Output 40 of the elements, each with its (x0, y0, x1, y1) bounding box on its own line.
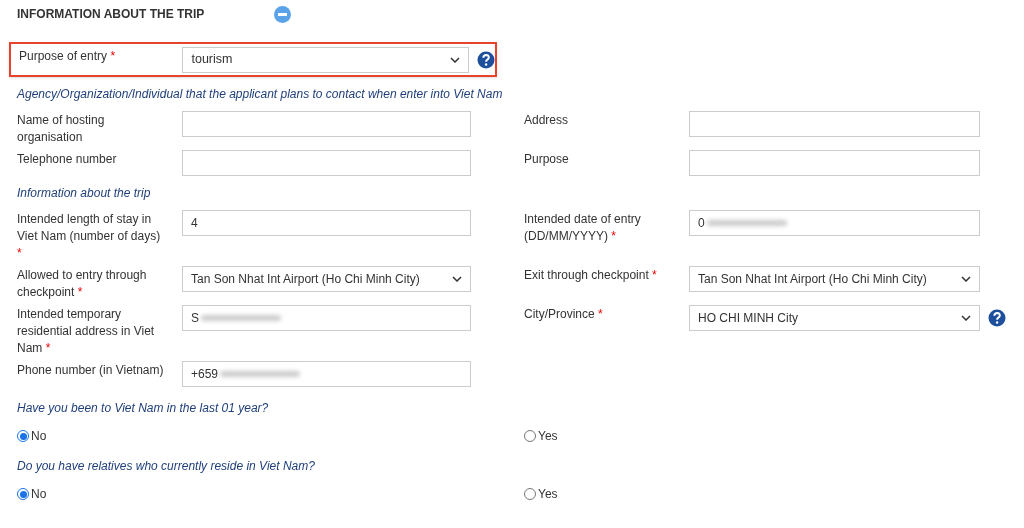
input-field[interactable] (689, 111, 980, 137)
input-field[interactable] (689, 150, 980, 176)
select-field[interactable]: Tan Son Nhat Int Airport (Ho Chi Minh City) (182, 266, 471, 292)
input-field[interactable]: 4 (182, 210, 471, 236)
subsection-title: Information about the trip (16, 185, 152, 202)
subsection-title: Agency/Organization/Individual that the applicant plans to contact when enter into Viet Nam (15, 86, 504, 103)
field-label: City/Province * (524, 306, 604, 323)
field-label: Intended temporary residential address in Viet Nam * (17, 306, 156, 357)
select-field[interactable]: Tan Son Nhat Int Airport (Ho Chi Minh City) (689, 266, 980, 292)
select-field[interactable]: tourism (182, 46, 469, 73)
field-label: Intended date of entry (DD/MM/YYYY) * (524, 211, 642, 245)
radio-option[interactable]: Yes (524, 427, 558, 445)
input-field[interactable]: +659 (182, 361, 471, 387)
field-label: Telephone number (17, 151, 118, 168)
radio-option[interactable]: Yes (524, 485, 558, 503)
chevron-down-icon (452, 276, 462, 282)
help-icon[interactable] (477, 50, 495, 69)
input-field[interactable]: S (182, 305, 471, 331)
field-label: Intended length of stay in Viet Nam (number of days) * (17, 211, 162, 262)
chevron-down-icon (450, 56, 460, 63)
section-title: INFORMATION ABOUT THE TRIP (17, 5, 206, 23)
chevron-down-icon (961, 276, 971, 282)
select-field[interactable]: HO CHI MINH City (689, 305, 980, 331)
input-field[interactable]: 0 (689, 210, 980, 236)
field-label: Address (524, 112, 570, 129)
chevron-down-icon (961, 315, 971, 321)
field-label: Allowed to entry through checkpoint * (17, 267, 148, 301)
radio-option[interactable]: No (17, 485, 47, 503)
help-icon[interactable] (988, 309, 1006, 327)
question-text: Do you have relatives who currently reside in Viet Nam? (16, 458, 316, 475)
input-field[interactable] (182, 150, 471, 176)
collapse-icon[interactable] (274, 6, 291, 23)
field-label: Purpose (524, 151, 570, 168)
input-field[interactable] (182, 111, 471, 137)
question-text: Have you been to Viet Nam in the last 01 year? (16, 400, 270, 417)
field-label: Purpose of entry * (19, 48, 117, 65)
field-label: Exit through checkpoint * (524, 267, 658, 284)
radio-option[interactable]: No (17, 427, 47, 445)
field-label: Phone number (in Vietnam) (17, 362, 165, 379)
field-label: Name of hosting organisation (17, 112, 106, 146)
